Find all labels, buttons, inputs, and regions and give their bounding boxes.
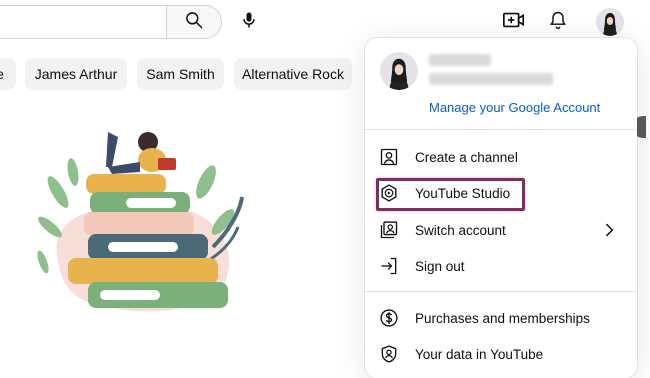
chip-partial[interactable]: e (0, 58, 16, 90)
mic-icon (239, 9, 259, 36)
search-icon (184, 10, 204, 35)
search-button[interactable] (166, 5, 222, 39)
create-button[interactable] (501, 9, 527, 35)
shield-person-icon (377, 342, 401, 366)
highlight-box (376, 178, 525, 211)
create-video-icon (502, 10, 526, 35)
account-name-redacted (429, 54, 491, 66)
menu-item-switch-account[interactable]: Switch account (365, 212, 637, 248)
menu-item-label: Your data in YouTube (415, 346, 544, 362)
notifications-button[interactable] (545, 9, 571, 35)
chevron-right-icon (599, 220, 619, 240)
menu-item-label: Purchases and memberships (415, 310, 590, 326)
menu-divider (365, 291, 637, 292)
account-email-redacted (429, 73, 553, 85)
dollar-icon (377, 306, 401, 330)
menu-item-sign-out[interactable]: Sign out (365, 248, 637, 284)
menu-avatar (380, 52, 418, 90)
menu-divider (365, 129, 637, 130)
manage-google-account-link[interactable]: Manage your Google Account (429, 100, 600, 115)
menu-item-label: Create a channel (415, 149, 518, 165)
menu-item-label: Switch account (415, 222, 506, 238)
switch-account-icon (377, 218, 401, 242)
person-box-icon (377, 145, 401, 169)
bell-icon (548, 9, 568, 36)
avatar[interactable] (596, 8, 624, 36)
menu-item-purchases[interactable]: Purchases and memberships (365, 300, 637, 336)
chip-sam-smith[interactable]: Sam Smith (137, 58, 224, 90)
chip-james-arthur[interactable]: James Arthur (25, 58, 127, 90)
search-input[interactable] (0, 5, 166, 39)
sign-out-icon (377, 254, 401, 278)
menu-item-label: Sign out (415, 258, 465, 274)
voice-search-button[interactable] (234, 7, 264, 37)
menu-item-create-channel[interactable]: Create a channel (365, 139, 637, 175)
empty-state-illustration (28, 112, 248, 322)
chip-alternative-rock[interactable]: Alternative Rock (234, 58, 352, 90)
menu-item-your-data[interactable]: Your data in YouTube (365, 336, 637, 372)
